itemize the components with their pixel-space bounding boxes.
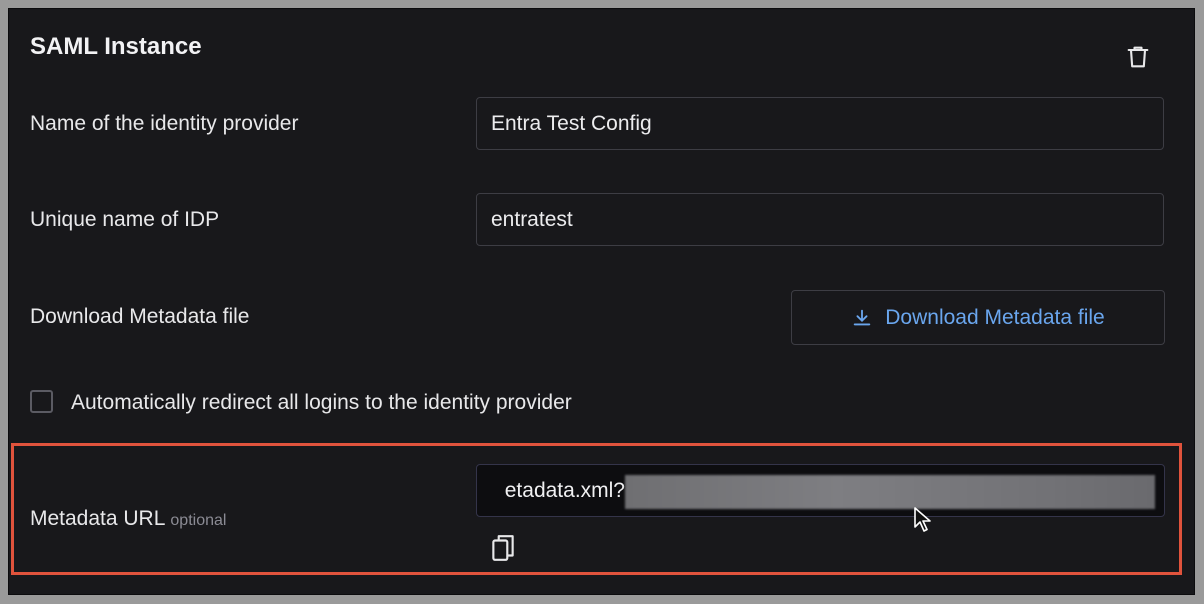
metadata-url-label-text: Metadata URL — [30, 507, 166, 530]
download-icon — [854, 309, 871, 325]
download-metadata-button[interactable]: Download Metadata file — [791, 290, 1165, 345]
saml-instance-panel: SAML Instance Name of the identity provi… — [8, 8, 1195, 595]
mouse-pointer-icon — [914, 507, 931, 532]
download-metadata-label: Download Metadata file — [30, 305, 250, 328]
auto-redirect-label[interactable]: Automatically redirect all logins to the… — [71, 391, 572, 415]
metadata-url-input[interactable]: etadata.xml? — [476, 464, 1165, 517]
metadata-url-label: Metadata URL optional — [30, 507, 226, 531]
trash-icon[interactable] — [1124, 43, 1152, 71]
optional-tag: optional — [170, 512, 227, 529]
auto-redirect-checkbox[interactable] — [30, 390, 53, 413]
panel-title: SAML Instance — [30, 33, 202, 60]
idp-unique-name-input[interactable] — [476, 193, 1164, 246]
idp-name-label: Name of the identity provider — [30, 112, 299, 135]
idp-name-input[interactable] — [476, 97, 1164, 150]
metadata-url-value: etadata.xml? — [504, 479, 625, 502]
download-metadata-button-label: Download Metadata file — [885, 305, 1105, 329]
redacted-url-blur — [625, 475, 1155, 509]
copy-icon[interactable] — [490, 533, 516, 563]
idp-unique-name-label: Unique name of IDP — [30, 208, 220, 231]
